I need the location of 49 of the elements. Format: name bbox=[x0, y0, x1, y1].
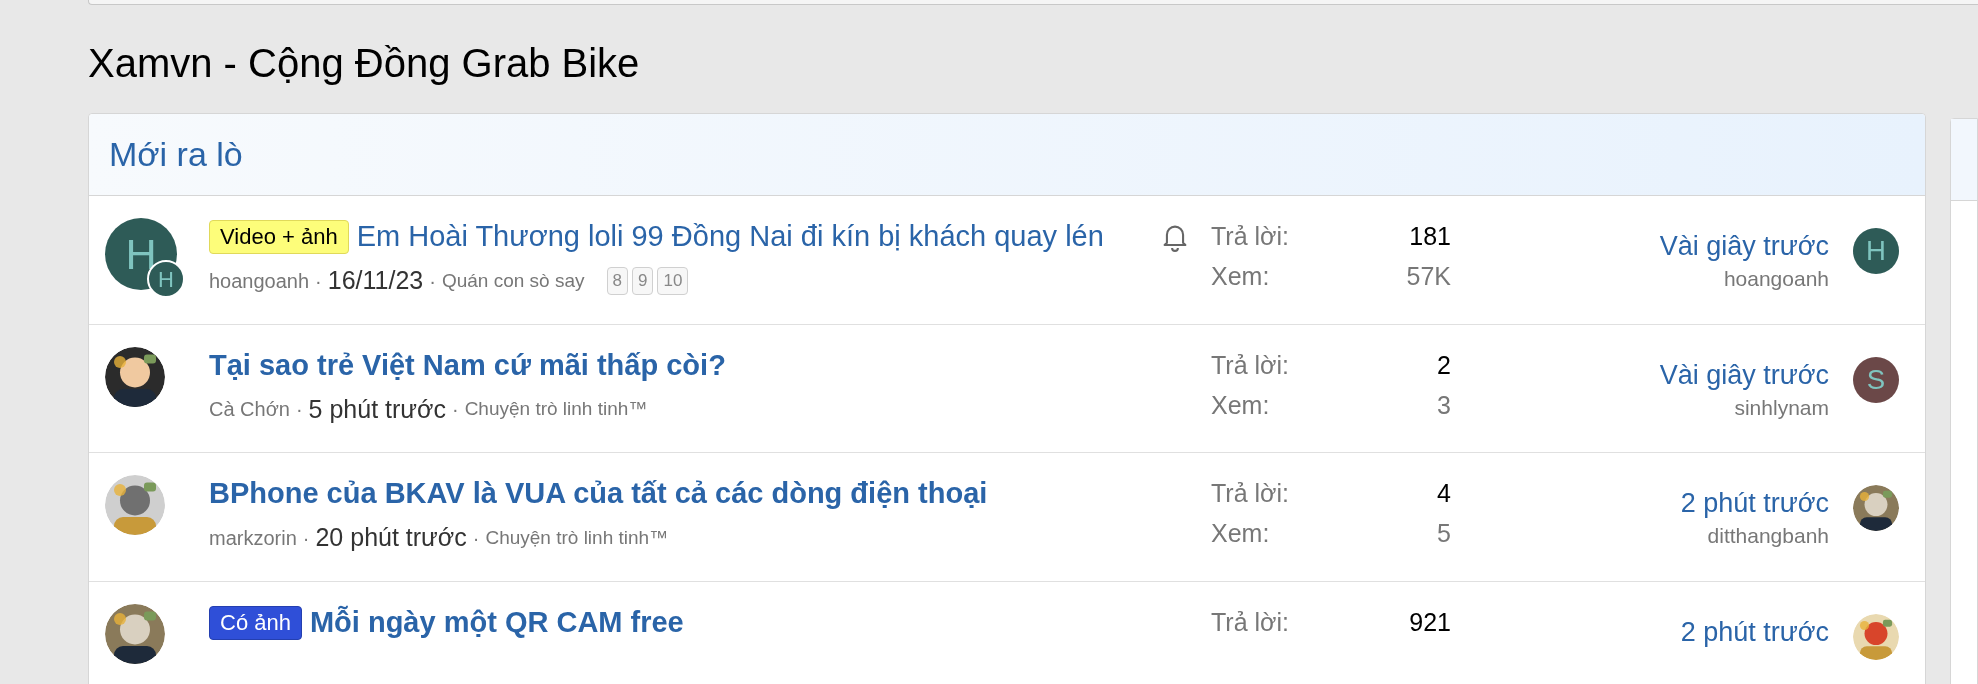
page-link[interactable]: 9 bbox=[632, 267, 654, 295]
views-label: Xem: bbox=[1211, 389, 1270, 421]
page-title: Xamvn - Cộng Đồng Grab Bike bbox=[88, 40, 641, 87]
last-post-time[interactable]: Vài giây trước bbox=[1659, 356, 1829, 393]
separator-dot: · bbox=[451, 397, 459, 423]
thread-title-link[interactable]: BPhone của BKAV là VUA của tất cả các dòng điện thoại bbox=[209, 477, 988, 509]
views-count: 5 bbox=[1437, 518, 1451, 549]
views-label: Xem: bbox=[1211, 261, 1270, 292]
last-poster-name[interactable]: sinhlynam bbox=[1734, 392, 1829, 423]
panel-heading[interactable]: Mới ra lò bbox=[109, 129, 243, 180]
author-name[interactable]: Cà Chớn bbox=[209, 394, 290, 425]
prefix-label[interactable]: Có ảnh bbox=[209, 605, 302, 640]
page-link[interactable]: 8 bbox=[606, 267, 628, 295]
replies-count: 4 bbox=[1437, 478, 1451, 509]
thread-date[interactable]: 20 phút trước bbox=[315, 519, 467, 557]
forum-link[interactable]: Quán con sò say bbox=[441, 266, 585, 295]
forum-link[interactable]: Chuyện trò linh tinh™ bbox=[485, 523, 669, 552]
separator-dot: · bbox=[472, 525, 480, 551]
separator-dot: · bbox=[302, 525, 310, 551]
replies-count: 181 bbox=[1409, 221, 1451, 252]
thread-date[interactable]: 16/11/23 bbox=[327, 262, 424, 300]
last-post-time[interactable]: Vài giây trước bbox=[1659, 228, 1829, 264]
last-post-time[interactable]: 2 phút trước bbox=[1680, 485, 1829, 521]
last-post-time[interactable]: 2 phút trước bbox=[1680, 613, 1829, 650]
thread-title-link[interactable]: Em Hoài Thương loli 99 Đồng Nai đi kín bị khách quay lén bbox=[356, 220, 1104, 252]
replies-label: Trả lời: bbox=[1211, 606, 1289, 638]
page-link[interactable]: 10 bbox=[657, 267, 689, 295]
prefix-label[interactable]: Video + ảnh bbox=[209, 220, 349, 254]
views-count: 3 bbox=[1437, 389, 1451, 421]
replies-label: Trả lời: bbox=[1211, 478, 1289, 509]
separator-dot: · bbox=[315, 268, 322, 294]
thread-date[interactable]: 5 phút trước bbox=[308, 390, 446, 428]
thread-title-link[interactable]: Mỗi ngày một QR CAM free bbox=[309, 605, 684, 638]
author-name[interactable]: markzorin bbox=[209, 522, 297, 553]
thread-title-link[interactable]: Tại sao trẻ Việt Nam cứ mãi thấp còi? bbox=[209, 348, 726, 381]
replies-label: Trả lời: bbox=[1211, 349, 1289, 381]
separator-dot: · bbox=[295, 397, 303, 423]
views-label: Xem: bbox=[1211, 518, 1270, 549]
last-poster-name[interactable]: ditthangbanh bbox=[1707, 521, 1829, 551]
replies-label: Trả lời: bbox=[1211, 221, 1289, 252]
separator-dot: · bbox=[429, 268, 436, 294]
forum-link[interactable]: Chuyện trò linh tinh™ bbox=[464, 395, 648, 424]
replies-count: 2 bbox=[1437, 349, 1451, 381]
author-name[interactable]: hoangoanh bbox=[209, 265, 310, 296]
replies-count: 921 bbox=[1409, 606, 1451, 638]
last-poster-name[interactable]: hoangoanh bbox=[1723, 264, 1829, 294]
avatar[interactable]: S bbox=[1853, 356, 1899, 403]
views-count: 57K bbox=[1406, 261, 1451, 292]
avatar[interactable]: H bbox=[1853, 228, 1899, 274]
